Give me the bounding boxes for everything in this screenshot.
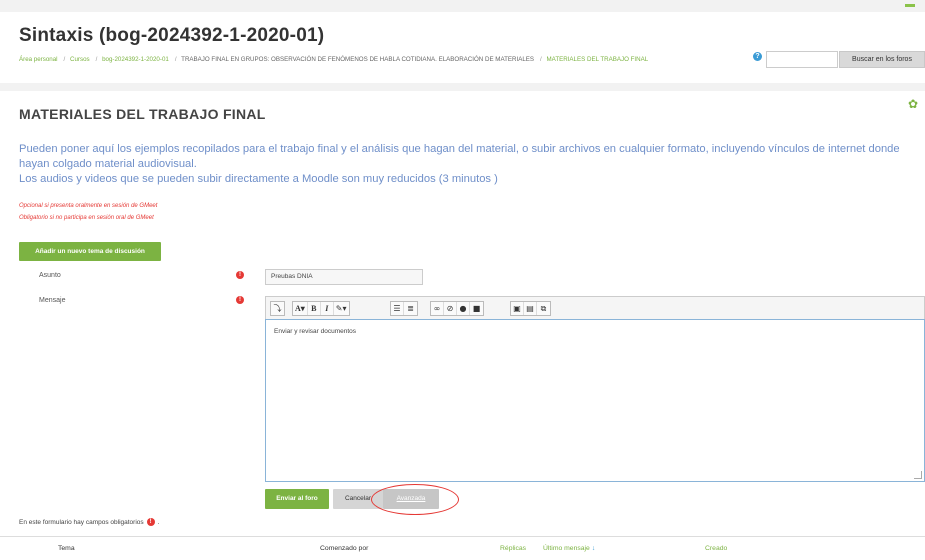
message-text: Enviar y revisar documentos [274,328,357,335]
ordered-list-icon[interactable]: ≣ [404,302,417,315]
breadcrumb-item-section[interactable]: TRABAJO FINAL EN GRUPOS: OBSERVACIÓN DE … [181,56,534,63]
record-video-icon[interactable]: ■ [470,302,483,315]
text-color-icon[interactable]: ✎▾ [334,302,349,315]
required-icon: ! [236,271,244,279]
gear-icon[interactable]: ✿ [908,97,918,111]
breadcrumb-item-courses[interactable]: Cursos [70,56,90,63]
manage-files-icon[interactable]: ⧉ [537,302,550,315]
media-icon[interactable]: ▤ [524,302,537,315]
resize-handle[interactable] [914,471,922,479]
column-created[interactable]: Creado [705,545,727,552]
column-replies[interactable]: Réplicas [500,545,526,552]
breadcrumb-item-forum[interactable]: MATERIALES DEL TRABAJO FINAL [547,56,649,63]
column-started-by: Comenzado por [320,545,369,552]
forum-intro: Pueden poner aquí los ejemplos recopilad… [19,142,924,187]
intro-paragraph-2: Los audios y videos que se pueden subir … [19,173,498,185]
optional-note: Opcional si presenta oralmente en sesión… [19,203,158,209]
search-forums-button[interactable]: Buscar en los foros [839,51,925,68]
discussion-table-header: Tema Comenzado por Réplicas Último mensa… [0,536,925,560]
required-icon: ! [146,518,155,526]
section-divider [0,83,925,91]
image-icon[interactable]: ▣ [511,302,524,315]
annotation-highlight [371,484,459,515]
breadcrumb: Área personal / Cursos / bog-2024392-1-202… [19,56,649,63]
bold-icon[interactable]: B [308,302,321,315]
subject-input[interactable]: Preubas DNIA [265,269,423,285]
help-icon[interactable]: ? [753,52,762,61]
course-title: Sintaxis (bog-2024392-1-2020-01) [19,25,325,46]
italic-icon[interactable]: I [321,302,334,315]
column-last-post[interactable]: Último mensaje ↓ [543,545,595,552]
breadcrumb-item-course[interactable]: bog-2024392-1-2020-01 [102,56,169,63]
column-topic: Tema [58,545,75,552]
link-icon[interactable]: ∞ [431,302,444,315]
mandatory-note: Obligatorio si no participa en sesión or… [19,215,154,221]
subject-label: Asunto [39,272,61,279]
required-icon: ! [236,296,244,304]
font-size-icon[interactable]: A▾ [293,302,308,315]
sort-descending-icon: ↓ [591,545,596,552]
add-discussion-button[interactable]: Añadir un nuevo tema de discusión [19,242,161,261]
forum-heading: MATERIALES DEL TRABAJO FINAL [19,106,266,122]
expand-toolbar-icon[interactable]: ⤵ [271,302,284,315]
unordered-list-icon[interactable]: ☰ [391,302,404,315]
editor-toolbar: ⤵ A▾ B I ✎▾ ☰ ≣ ∞ ⊘ ● ■ ▣ ▤ ⧉ [265,296,925,319]
search-input[interactable] [766,51,838,68]
top-accent-mark [905,4,915,7]
intro-paragraph-1: Pueden poner aquí los ejemplos recopilad… [19,143,900,170]
record-audio-icon[interactable]: ● [457,302,470,315]
post-to-forum-button[interactable]: Enviar al foro [265,489,329,509]
required-fields-text: En este formulario hay campos obligatori… [19,518,144,526]
breadcrumb-item-home[interactable]: Área personal [19,56,58,63]
message-label: Mensaje [39,297,66,304]
required-fields-note: En este formulario hay campos obligatori… [19,518,160,526]
unlink-icon[interactable]: ⊘ [444,302,457,315]
message-editor[interactable]: Enviar y revisar documentos [265,319,925,482]
top-band [0,0,925,12]
